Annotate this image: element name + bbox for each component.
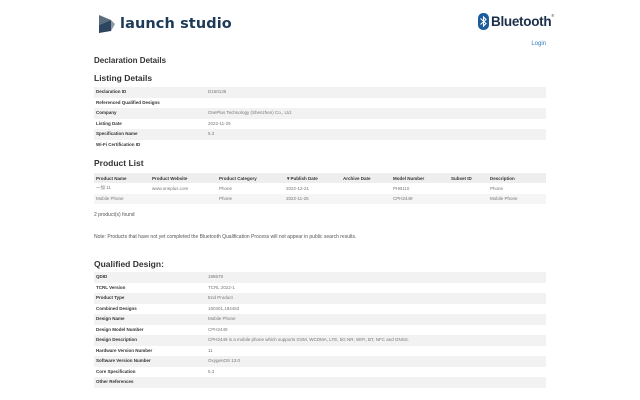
table-cell: Phone: [217, 193, 284, 204]
qualified-design-row: TCRL Version TCRL 2022-1: [94, 283, 546, 294]
field-value: 2022-11-25: [208, 120, 231, 126]
qualified-design-row: Other References: [94, 377, 546, 388]
table-cell: 2022-11-25: [284, 193, 341, 204]
logo-text: launch studio: [120, 16, 232, 32]
product-count: 2 product(s) found: [94, 212, 135, 218]
listing-row: Listing Date 2022-11-25: [94, 119, 546, 130]
column-header[interactable]: ▼Publish Date: [284, 173, 341, 183]
field-label: TCRL Version: [96, 284, 126, 290]
column-header[interactable]: Archive Date: [341, 173, 391, 183]
field-label: Design Model Number: [96, 326, 144, 332]
qualified-design-row: Software Version Number OxygenOS 13.0: [94, 356, 546, 367]
product-list-heading: Product List: [94, 158, 144, 168]
table-cell: PHB110: [393, 185, 410, 191]
table-cell: 2022-12-21: [286, 185, 310, 191]
table-cell: [449, 183, 488, 194]
column-header[interactable]: Product Name: [94, 173, 150, 183]
field-value: Mobile Phone: [206, 314, 546, 325]
field-label: Listing Date: [96, 120, 122, 126]
table-cell: Mobile Phone: [488, 193, 546, 204]
listing-details-heading: Listing Details: [94, 73, 153, 83]
field-value: [206, 98, 546, 109]
table-cell: [449, 193, 488, 204]
field-label: Combined Designs: [96, 305, 137, 311]
qualified-design-row: Design Model Number CPH2449: [94, 325, 546, 336]
column-header[interactable]: Description: [488, 173, 546, 183]
field-value: OnePlus Technology (Shenzhen) Co., Ltd.: [206, 108, 546, 119]
table-row[interactable]: 一加 11 www.oneplus.com Phone 2022-12-21 PHB11…: [94, 183, 546, 194]
field-value: D160136: [206, 87, 546, 98]
field-value: CPH2449 is a mobile phone which supports…: [206, 335, 546, 346]
table-cell: CPH2449: [391, 193, 449, 204]
registered-mark: ®: [551, 13, 555, 18]
field-value: CPH2449: [208, 326, 228, 332]
bluetooth-logo: Bluetooth ®: [478, 13, 554, 30]
field-value: 11: [208, 347, 213, 353]
listing-row: Specification Name 5.3: [94, 129, 546, 140]
field-label: Product Type: [94, 293, 206, 304]
field-label: Software Version Number: [94, 356, 206, 367]
table-cell: [341, 193, 391, 204]
field-value: OxygenOS 13.0: [206, 356, 546, 367]
table-cell: [341, 183, 391, 194]
qualified-design-table: QDID 198679 TCRL Version TCRL 2022-1 Product…: [94, 272, 546, 388]
field-label: Core Specification: [96, 368, 136, 374]
site-header: launch studio Bluetooth ® Login: [0, 0, 640, 47]
qualified-design-heading: Qualified Design:: [94, 259, 164, 269]
qualified-design-row: Design Description CPH2449 is a mobile ph…: [94, 335, 546, 346]
qualified-design-row: Hardware Version Number 11: [94, 346, 546, 357]
table-cell: Mobile Phone: [94, 193, 150, 204]
qualified-design-row: QDID 198679: [94, 272, 546, 283]
column-header[interactable]: Product Category: [217, 173, 284, 183]
product-list-table: Product Name Product Website Product Categ…: [94, 173, 546, 204]
field-value: End Product: [206, 293, 546, 304]
column-header[interactable]: Subset ID: [449, 173, 488, 183]
column-header[interactable]: Model Number: [391, 173, 449, 183]
listing-row: Referenced Qualified Designs: [94, 98, 546, 109]
field-label: Design Description: [94, 335, 206, 346]
table-cell: [150, 193, 217, 204]
table-cell: Phone: [490, 185, 504, 191]
field-label: Wi-Fi Certification ID: [96, 141, 141, 147]
field-value: [206, 377, 546, 388]
field-label: Referenced Qualified Designs: [96, 99, 160, 105]
bluetooth-icon: [478, 13, 489, 30]
table-cell: www.oneplus.com: [152, 185, 189, 191]
qualified-design-row: Product Type End Product: [94, 293, 546, 304]
qualified-design-row: Combined Designs 150301,184483: [94, 304, 546, 315]
search-results-note: Note: Products that have not yet complet…: [94, 234, 357, 240]
field-label: Company: [94, 108, 206, 119]
field-label: Hardware Version Number: [96, 347, 153, 353]
listing-row: Declaration ID D160136: [94, 87, 546, 98]
listing-row: Wi-Fi Certification ID: [94, 140, 546, 151]
qualified-design-row: Core Specification 5.3: [94, 367, 546, 378]
qualified-design-row: Design Name Mobile Phone: [94, 314, 546, 325]
launch-studio-logo-icon: [98, 14, 116, 34]
main-content: Declaration Details Listing Details Decl…: [94, 55, 546, 388]
table-row[interactable]: Mobile Phone Phone 2022-11-25 CPH2449 Mobile…: [94, 193, 546, 204]
field-label: Design Name: [94, 314, 206, 325]
field-value: 198679: [206, 272, 546, 283]
field-value: 5.3: [206, 129, 546, 140]
column-header[interactable]: Product Website: [150, 173, 217, 183]
field-label: Specification Name: [94, 129, 206, 140]
table-cell: 一加 11: [96, 185, 111, 191]
listing-row: Company OnePlus Technology (Shenzhen) Co.…: [94, 108, 546, 119]
field-label: Declaration ID: [94, 87, 206, 98]
table-cell: Phone: [219, 185, 233, 191]
login-link[interactable]: Login: [531, 41, 546, 47]
field-value: TCRL 2022-1: [208, 284, 235, 290]
bluetooth-wordmark: Bluetooth: [491, 14, 552, 29]
field-value: 5.3: [208, 368, 215, 374]
page-title: Declaration Details: [94, 56, 167, 65]
field-label: QDID: [94, 272, 206, 283]
field-value: [206, 140, 546, 151]
field-value: 150301,184483: [208, 305, 240, 311]
launch-studio-logo[interactable]: launch studio: [98, 14, 232, 34]
field-label: Other References: [94, 377, 206, 388]
listing-details-table: Declaration ID D160136 Referenced Qualifie…: [94, 87, 546, 150]
